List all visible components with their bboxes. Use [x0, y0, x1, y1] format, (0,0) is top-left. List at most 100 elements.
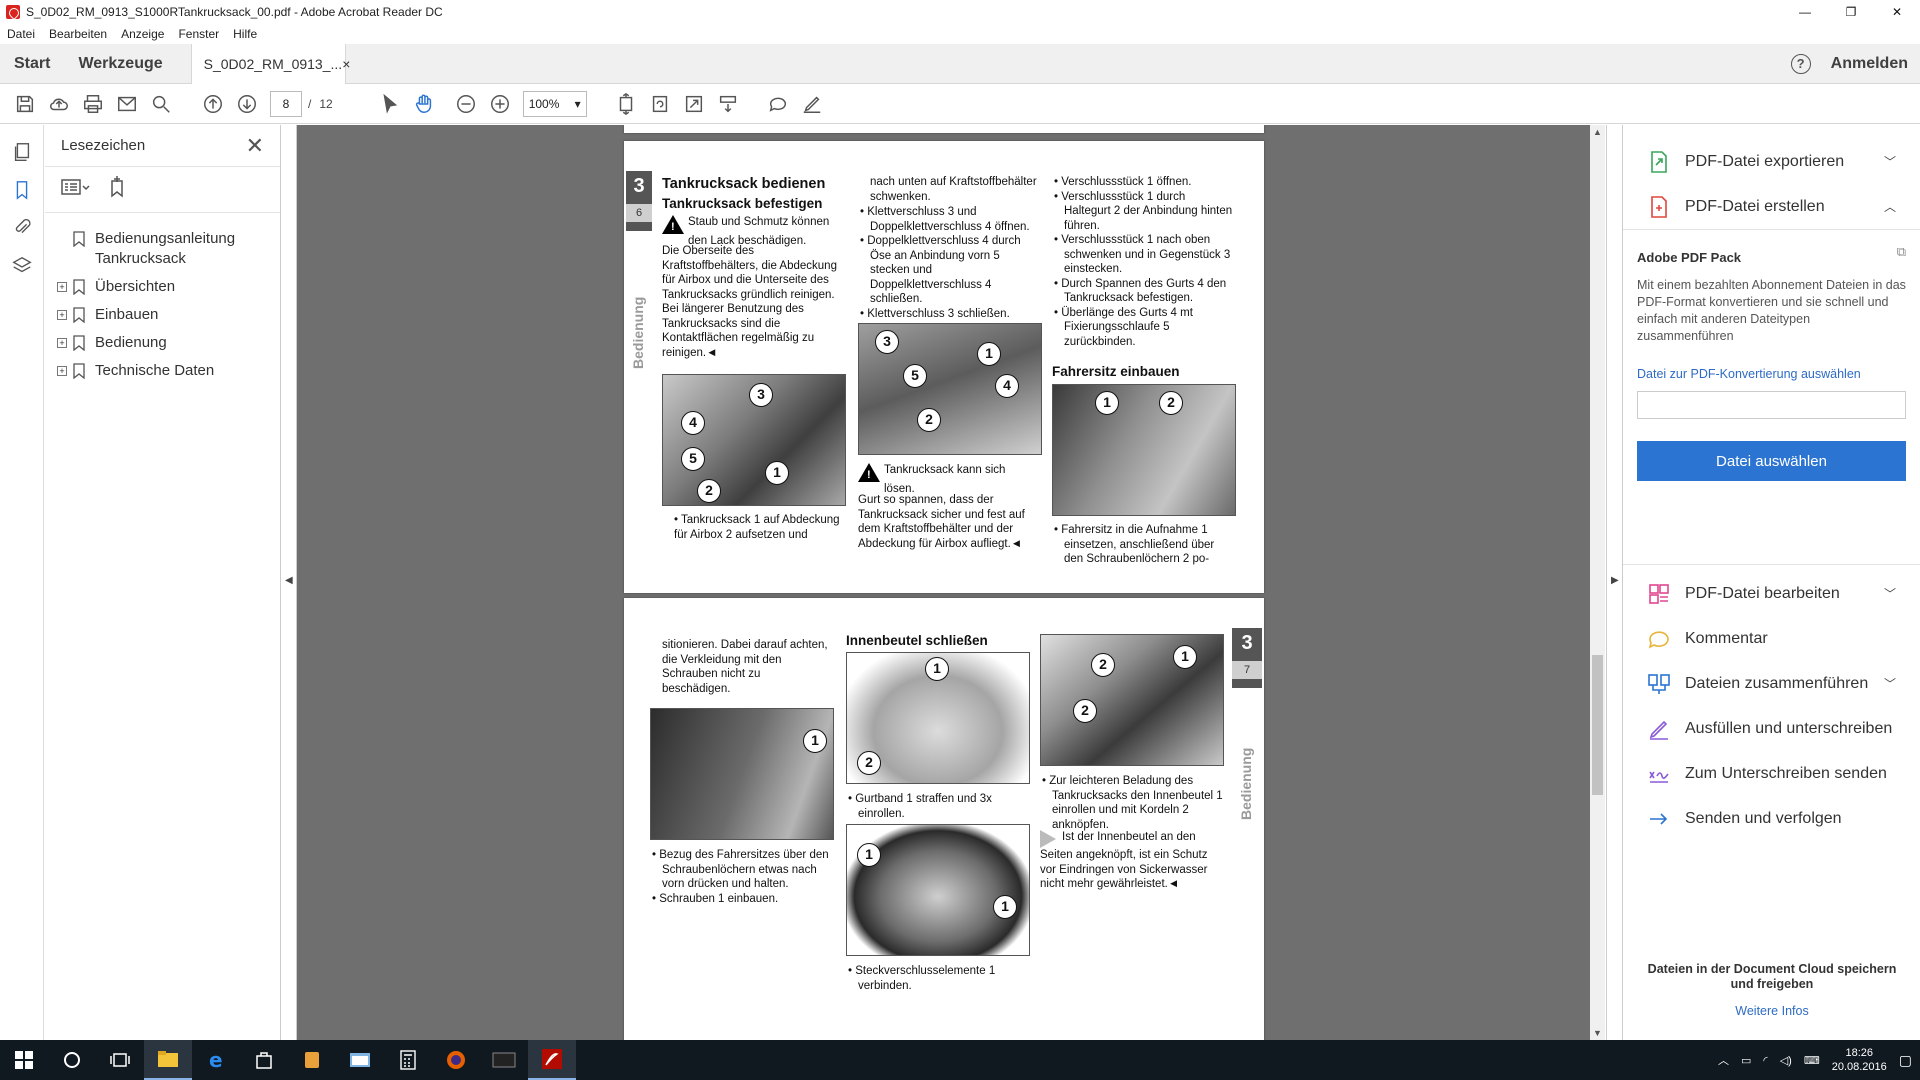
tab-start[interactable]: Start [0, 44, 64, 84]
tool-combine-files[interactable]: Dateien zusammenführen ﹀ [1623, 661, 1920, 706]
page-thumbnails-icon[interactable] [0, 133, 44, 171]
close-tab-icon[interactable]: × [342, 56, 350, 72]
panel-splitter[interactable]: ◀ [282, 125, 297, 1040]
search-icon[interactable] [144, 87, 178, 121]
comment-icon[interactable] [761, 87, 795, 121]
cloud-upload-icon[interactable] [42, 87, 76, 121]
expand-icon[interactable]: + [57, 338, 67, 348]
menu-datei[interactable]: Datei [7, 27, 35, 41]
next-page-icon[interactable] [230, 87, 264, 121]
pack-info-icon[interactable]: ⧉ [1897, 244, 1906, 265]
page-number-input[interactable]: 8 [270, 90, 302, 117]
fit-page-icon[interactable] [609, 87, 643, 121]
bookmark-item[interactable]: + Übersichten [45, 273, 280, 301]
menu-hilfe[interactable]: Hilfe [233, 27, 257, 41]
task-view-icon[interactable] [96, 1040, 144, 1080]
tab-document[interactable]: S_0D02_RM_0913_... × [190, 43, 350, 84]
file-path-field[interactable] [1637, 391, 1906, 419]
mail-icon[interactable] [110, 87, 144, 121]
new-bookmark-icon[interactable] [105, 175, 129, 204]
chevron-down-icon[interactable]: ﹀ [1884, 585, 1896, 602]
expand-icon[interactable]: + [57, 310, 67, 320]
collapse-right-icon[interactable]: ▶ [1611, 575, 1619, 586]
attachments-icon[interactable] [0, 209, 44, 247]
bookmark-item[interactable]: Bedienungsanleitung Tankrucksack [45, 225, 280, 273]
clock[interactable]: 18:26 20.08.2016 [1832, 1046, 1887, 1074]
edge-browser-icon[interactable]: e [192, 1040, 240, 1080]
acrobat-taskbar-icon[interactable] [528, 1040, 576, 1080]
file-explorer-icon[interactable] [144, 1040, 192, 1080]
vertical-scrollbar[interactable]: ▲ ▼ [1590, 125, 1605, 1040]
maximize-button[interactable]: ❐ [1828, 0, 1874, 24]
bookmark-label: Bedienungsanleitung Tankrucksack [95, 230, 236, 267]
scrollbar-thumb[interactable] [1592, 655, 1603, 795]
scroll-down-arrow-icon[interactable]: ▼ [1593, 1028, 1602, 1038]
terminal-app-icon[interactable] [480, 1040, 528, 1080]
tray-expand-icon[interactable]: ︿ [1718, 1052, 1729, 1068]
pdf-page-previous [624, 125, 1264, 133]
hand-tool-icon[interactable] [407, 87, 441, 121]
tab-tools[interactable]: Werkzeuge [64, 44, 176, 84]
tool-edit-pdf[interactable]: PDF-Datei bearbeiten ﹀ [1623, 571, 1920, 616]
bookmark-icon [73, 279, 85, 295]
tool-send-for-signature[interactable]: Zum Unterschreiben senden [1623, 751, 1920, 796]
paragraph: nach unten auf Kraftstoffbehälter schwen… [870, 176, 1037, 203]
tool-export-pdf[interactable]: PDF-Datei exportieren ﹀ [1623, 139, 1920, 184]
input-method-icon[interactable]: ⌨ [1804, 1054, 1820, 1067]
windows-start-icon[interactable] [0, 1040, 48, 1080]
select-cursor-icon[interactable] [373, 87, 407, 121]
close-window-button[interactable]: ✕ [1874, 0, 1920, 24]
rotate-page-icon[interactable] [643, 87, 677, 121]
fullscreen-icon[interactable] [677, 87, 711, 121]
minimize-button[interactable]: — [1782, 0, 1828, 24]
notifications-icon[interactable]: ▢ [1899, 1052, 1912, 1069]
tool-create-pdf[interactable]: PDF-Datei erstellen ︿ [1623, 184, 1920, 229]
zoom-out-icon[interactable] [449, 87, 483, 121]
pack-select-link[interactable]: Datei zur PDF-Konvertierung auswählen [1637, 367, 1906, 381]
expand-icon[interactable]: + [57, 366, 67, 376]
close-panel-icon[interactable]: ✕ [246, 133, 264, 159]
bookmarks-header: Lesezeichen ✕ [45, 125, 280, 167]
document-viewport[interactable]: 36 Bedienung Tankrucksack bedienen Tankr… [297, 125, 1598, 1040]
zoom-select[interactable]: 100% ▾ [522, 90, 587, 117]
save-icon[interactable] [8, 87, 42, 121]
firefox-icon[interactable] [432, 1040, 480, 1080]
calculator-icon[interactable] [384, 1040, 432, 1080]
more-info-link[interactable]: Weitere Infos [1623, 1004, 1920, 1018]
help-icon[interactable]: ? [1790, 53, 1811, 74]
zoom-in-icon[interactable] [483, 87, 517, 121]
chevron-down-icon[interactable]: ﹀ [1884, 675, 1896, 692]
print-icon[interactable] [76, 87, 110, 121]
volume-icon[interactable]: ◁) [1780, 1054, 1792, 1067]
chevron-up-icon[interactable]: ︿ [1884, 198, 1896, 215]
scroll-up-arrow-icon[interactable]: ▲ [1593, 127, 1602, 137]
tool-comment[interactable]: Kommentar [1623, 616, 1920, 661]
menu-anzeige[interactable]: Anzeige [121, 27, 164, 41]
bookmark-item[interactable]: + Bedienung [45, 329, 280, 357]
app-orange-icon[interactable] [288, 1040, 336, 1080]
scroll-mode-icon[interactable] [711, 87, 745, 121]
tool-fill-sign[interactable]: Ausfüllen und unterschreiben [1623, 706, 1920, 751]
bookmark-item[interactable]: + Technische Daten [45, 357, 280, 385]
list-item: • Zur leichteren Beladung des Tankrucksa… [1042, 775, 1223, 831]
bookmark-panel-icon[interactable] [0, 171, 44, 209]
expand-icon[interactable]: + [57, 282, 67, 292]
wifi-icon[interactable]: ◜ [1763, 1054, 1767, 1067]
previous-page-icon[interactable] [196, 87, 230, 121]
menu-bearbeiten[interactable]: Bearbeiten [49, 27, 107, 41]
layers-icon[interactable] [0, 247, 44, 285]
app-window-icon[interactable] [336, 1040, 384, 1080]
store-icon[interactable] [240, 1040, 288, 1080]
bookmark-options-icon[interactable] [61, 177, 91, 202]
right-panel-splitter[interactable]: ▶ [1606, 125, 1622, 1040]
chevron-down-icon[interactable]: ﹀ [1884, 153, 1896, 170]
battery-icon[interactable]: ▭ [1741, 1054, 1751, 1067]
signin-button[interactable]: Anmelden [1831, 55, 1908, 73]
bookmark-item[interactable]: + Einbauen [45, 301, 280, 329]
cortana-search-icon[interactable] [48, 1040, 96, 1080]
collapse-left-icon[interactable]: ◀ [285, 575, 293, 586]
menu-fenster[interactable]: Fenster [178, 27, 219, 41]
select-file-button[interactable]: Datei auswählen [1637, 441, 1906, 481]
tool-send-track[interactable]: Senden und verfolgen [1623, 796, 1920, 841]
sign-pen-icon[interactable] [795, 87, 829, 121]
